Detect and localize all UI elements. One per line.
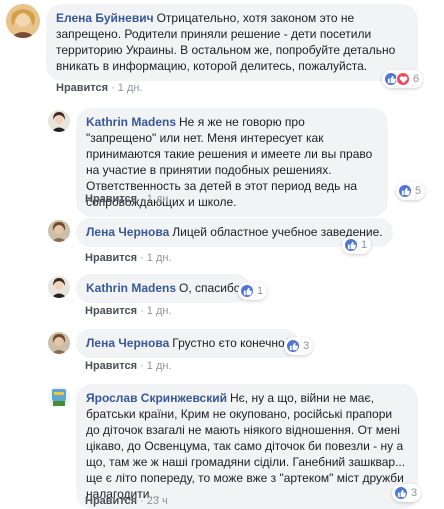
- comment-bubble: Лена Чернова Грустно єто конечно(: [76, 329, 299, 358]
- reaction-count-badge[interactable]: 3: [392, 484, 422, 502]
- reaction-count: 5: [415, 185, 422, 197]
- reaction-count: 6: [413, 73, 420, 85]
- avatar[interactable]: [48, 386, 70, 408]
- timestamp-link[interactable]: 23 ч: [147, 495, 168, 507]
- timestamp-link[interactable]: 1 дн.: [118, 82, 143, 94]
- like-link[interactable]: Нравится: [85, 495, 137, 507]
- like-icon: [240, 284, 254, 298]
- avatar-photo-icon: [48, 386, 70, 408]
- avatar[interactable]: [48, 332, 70, 354]
- reaction-count: 1: [361, 239, 368, 251]
- reaction-count-badge[interactable]: 1: [342, 236, 372, 254]
- reaction-count-badge[interactable]: 3: [284, 337, 314, 355]
- timestamp-link[interactable]: 1 дн.: [147, 252, 172, 264]
- comment-author[interactable]: Елена Буйневич: [56, 11, 154, 25]
- avatar[interactable]: [48, 110, 70, 132]
- comment-actions: Нравится · 1 дн.: [85, 360, 172, 372]
- comment-bubble: Елена Буйневич Отрицательно, хотя законом…: [46, 4, 418, 81]
- timestamp-link[interactable]: 1 дн.: [147, 193, 172, 205]
- like-icon: [344, 238, 358, 252]
- reaction-count-badge[interactable]: 1: [238, 282, 268, 300]
- comment-author[interactable]: Ярослав Скринжевский: [86, 391, 227, 405]
- avatar-photo-icon: [48, 220, 70, 242]
- reaction-count-badge[interactable]: 5: [396, 182, 426, 200]
- like-link[interactable]: Нравится: [85, 305, 137, 317]
- comment-actions: Нравится · 23 ч: [85, 495, 168, 507]
- reaction-count: 1: [257, 285, 264, 297]
- reaction-count: 3: [411, 487, 418, 499]
- reaction-count: 3: [303, 340, 310, 352]
- timestamp-link[interactable]: 1 дн.: [147, 360, 172, 372]
- love-icon: [396, 72, 410, 86]
- comment-actions: Нравится · 1 дн.: [85, 252, 172, 264]
- comment-author[interactable]: Лена Чернова: [86, 336, 169, 350]
- reaction-count-badge[interactable]: 6: [382, 70, 424, 88]
- avatar[interactable]: [48, 276, 70, 298]
- comment-author[interactable]: Лена Чернова: [86, 225, 169, 239]
- like-icon: [286, 339, 300, 353]
- avatar-photo-icon: [6, 4, 40, 38]
- comment-text: Грустно єто конечно(: [172, 336, 289, 350]
- comment-bubble: Kathrin Madens О, спасибо: [76, 274, 251, 303]
- comment-author[interactable]: Kathrin Madens: [86, 115, 176, 129]
- like-link[interactable]: Нравится: [85, 360, 137, 372]
- comment-text: Нє, ну а що, війни не має, братськи краї…: [86, 391, 406, 501]
- like-icon: [394, 486, 408, 500]
- timestamp-link[interactable]: 1 дн.: [147, 305, 172, 317]
- like-link[interactable]: Нравится: [85, 193, 137, 205]
- comment-bubble: Ярослав Скринжевский Нє, ну а що, війни н…: [76, 384, 418, 509]
- avatar[interactable]: [48, 220, 70, 242]
- avatar-photo-icon: [48, 276, 70, 298]
- comment-actions: Нравится · 1 дн.: [85, 305, 172, 317]
- comment-actions: Нравится · 1 дн.: [56, 82, 143, 94]
- like-link[interactable]: Нравится: [56, 82, 108, 94]
- avatar-photo-icon: [48, 332, 70, 354]
- comment-author[interactable]: Kathrin Madens: [86, 281, 176, 295]
- comment-text: О, спасибо: [179, 281, 241, 295]
- avatar-photo-icon: [48, 110, 70, 132]
- like-link[interactable]: Нравится: [85, 252, 137, 264]
- like-icon: [398, 184, 412, 198]
- comment-actions: Нравится · 1 дн.: [85, 193, 172, 205]
- avatar[interactable]: [6, 4, 40, 38]
